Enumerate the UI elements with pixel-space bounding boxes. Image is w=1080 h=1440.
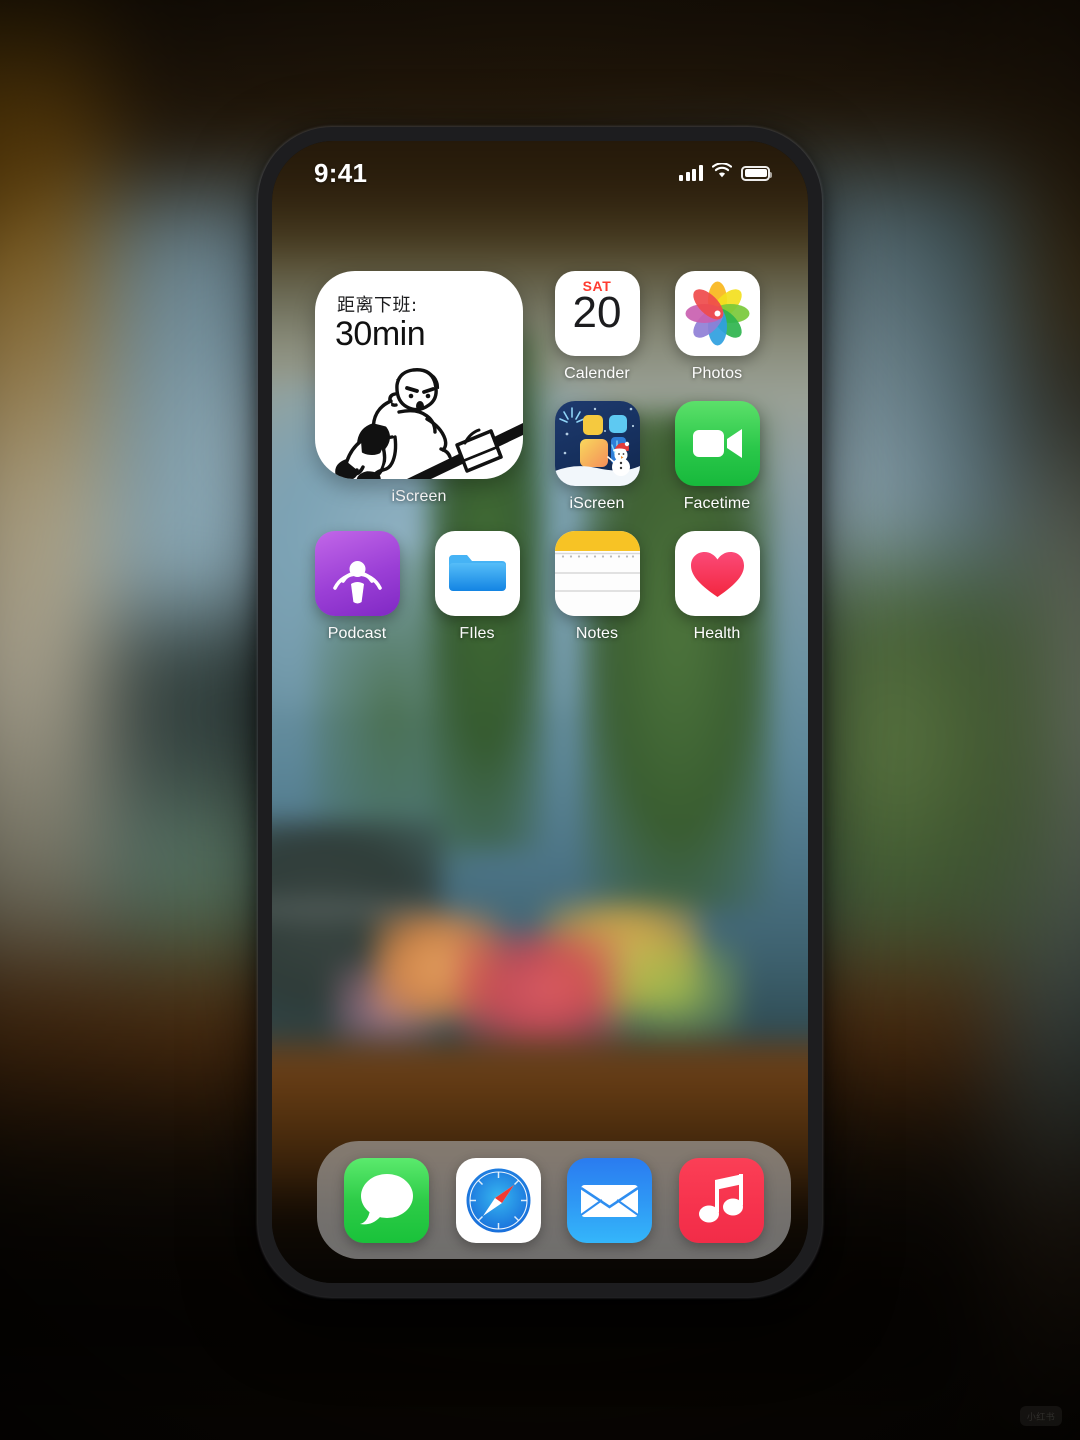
app-label-podcast: Podcast (327, 625, 387, 642)
facetime-video-camera-icon[interactable] (674, 401, 760, 486)
messages-bubble-icon[interactable] (344, 1157, 430, 1243)
widget-iscreen-cell[interactable]: 距离下班: 30min iScreen (315, 271, 523, 506)
iscreen-snowman-icon[interactable] (554, 401, 640, 486)
app-cell-files[interactable]: FIles (423, 531, 531, 643)
files-folder-icon[interactable] (434, 531, 520, 616)
watermark: 小红书 (1020, 1406, 1062, 1426)
home-screen-grid: 距离下班: 30min iScreen SAT 20 Calender Phot… (272, 205, 808, 1283)
photos-pinwheel-icon[interactable] (674, 271, 760, 356)
podcast-icon[interactable] (314, 531, 400, 616)
app-cell-health[interactable]: Health (663, 531, 771, 643)
app-cell-podcast[interactable]: Podcast (303, 531, 411, 643)
iscreen-countdown-widget[interactable]: 距离下班: 30min (315, 271, 523, 479)
runner-with-briefcase-illustration (335, 368, 523, 479)
app-label-iscreen-app: iScreen (569, 495, 625, 512)
app-label-notes: Notes (575, 625, 619, 642)
safari-compass-icon[interactable] (455, 1157, 541, 1243)
music-note-icon[interactable] (678, 1157, 764, 1243)
app-cell-facetime[interactable]: Facetime (663, 401, 771, 513)
app-label-files: FIles (459, 625, 495, 642)
dock (317, 1141, 791, 1259)
notes-icon[interactable] (554, 531, 640, 616)
widget-app-label: iScreen (391, 488, 447, 505)
mail-envelope-icon[interactable] (567, 1157, 653, 1243)
app-cell-calender[interactable]: SAT 20 Calender (543, 271, 651, 383)
signal-bars-icon (679, 165, 703, 181)
wifi-icon (711, 162, 733, 183)
widget-title: 距离下班: (337, 295, 418, 316)
status-bar: 9:41 (272, 141, 808, 205)
app-label-calender: Calender (564, 365, 630, 382)
app-cell-iscreen[interactable]: iScreen (543, 401, 651, 513)
app-label-facetime: Facetime (683, 495, 751, 512)
app-label-health: Health (693, 625, 741, 642)
app-cell-photos[interactable]: Photos (663, 271, 771, 383)
health-heart-icon[interactable] (674, 531, 760, 616)
battery-full-icon (741, 165, 772, 181)
iphone-device-frame: 9:41 距离下班: 30min iScreen SAT 20 Calender… (258, 127, 822, 1297)
iphone-screen: 9:41 距离下班: 30min iScreen SAT 20 Calender… (272, 141, 808, 1283)
app-cell-notes[interactable]: Notes (543, 531, 651, 643)
app-label-photos: Photos (691, 365, 743, 382)
calendar-day: 20 (572, 288, 622, 337)
calendar-icon[interactable]: SAT 20 (554, 271, 640, 356)
status-bar-clock: 9:41 (314, 157, 368, 188)
